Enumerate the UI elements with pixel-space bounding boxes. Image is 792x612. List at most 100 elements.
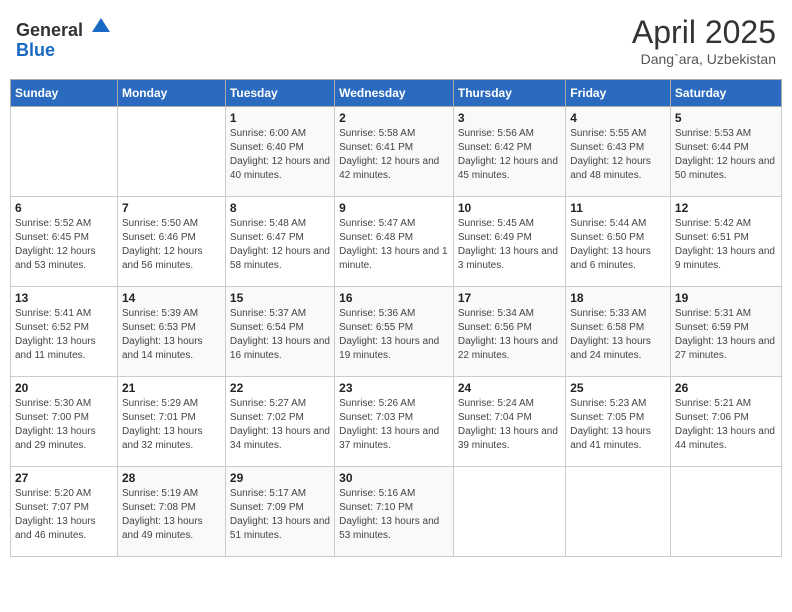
- day-detail: Sunrise: 5:31 AMSunset: 6:59 PMDaylight:…: [675, 307, 777, 363]
- calendar-cell: 24 Sunrise: 5:24 AMSunset: 7:04 PMDayligh…: [453, 377, 565, 467]
- day-number: 24: [458, 381, 561, 395]
- calendar-cell: 19 Sunrise: 5:31 AMSunset: 6:59 PMDayligh…: [670, 287, 781, 377]
- day-detail: Sunrise: 5:48 AMSunset: 6:47 PMDaylight:…: [230, 217, 330, 273]
- header-row: SundayMondayTuesdayWednesdayThursdayFrid…: [11, 80, 782, 107]
- calendar-cell: [566, 467, 671, 557]
- day-number: 30: [339, 471, 449, 485]
- calendar-cell: 4 Sunrise: 5:55 AMSunset: 6:43 PMDaylight…: [566, 107, 671, 197]
- day-detail: Sunrise: 5:39 AMSunset: 6:53 PMDaylight:…: [122, 307, 221, 363]
- calendar-cell: 21 Sunrise: 5:29 AMSunset: 7:01 PMDayligh…: [117, 377, 225, 467]
- month-title: April 2025: [632, 14, 776, 51]
- logo-general: General: [16, 20, 83, 40]
- calendar-week-row: 6Sunrise: 5:52 AMSunset: 6:45 PMDaylight…: [11, 197, 782, 287]
- calendar-cell: [11, 107, 118, 197]
- day-detail: Sunrise: 5:23 AMSunset: 7:05 PMDaylight:…: [570, 397, 666, 453]
- day-detail: Sunrise: 5:26 AMSunset: 7:03 PMDaylight:…: [339, 397, 449, 453]
- title-section: April 2025 Dang`ara, Uzbekistan: [632, 14, 776, 67]
- calendar-cell: 12 Sunrise: 5:42 AMSunset: 6:51 PMDayligh…: [670, 197, 781, 287]
- day-number: 4: [570, 111, 666, 125]
- day-detail: Sunrise: 5:27 AMSunset: 7:02 PMDaylight:…: [230, 397, 330, 453]
- day-detail: Sunrise: 5:36 AMSunset: 6:55 PMDaylight:…: [339, 307, 449, 363]
- calendar-cell: 25Sunrise: 5:23 AMSunset: 7:05 PMDayligh…: [566, 377, 671, 467]
- calendar-cell: 3Sunrise: 5:56 AMSunset: 6:42 PMDaylight…: [453, 107, 565, 197]
- day-detail: Sunrise: 5:58 AMSunset: 6:41 PMDaylight:…: [339, 127, 449, 183]
- day-number: 28: [122, 471, 221, 485]
- day-number: 18: [570, 291, 666, 305]
- day-detail: Sunrise: 5:17 AMSunset: 7:09 PMDaylight:…: [230, 487, 330, 543]
- day-number: 13: [15, 291, 113, 305]
- day-of-week-header: Thursday: [453, 80, 565, 107]
- calendar-cell: 20Sunrise: 5:30 AMSunset: 7:00 PMDayligh…: [11, 377, 118, 467]
- day-of-week-header: Friday: [566, 80, 671, 107]
- day-number: 15: [230, 291, 330, 305]
- calendar-cell: 5 Sunrise: 5:53 AMSunset: 6:44 PMDaylight…: [670, 107, 781, 197]
- day-detail: Sunrise: 5:41 AMSunset: 6:52 PMDaylight:…: [15, 307, 113, 363]
- day-detail: Sunrise: 5:33 AMSunset: 6:58 PMDaylight:…: [570, 307, 666, 363]
- header: General Blue April 2025 Dang`ara, Uzbeki…: [10, 10, 782, 71]
- day-number: 26: [675, 381, 777, 395]
- day-detail: Sunrise: 5:20 AMSunset: 7:07 PMDaylight:…: [15, 487, 113, 543]
- day-number: 29: [230, 471, 330, 485]
- day-number: 27: [15, 471, 113, 485]
- day-number: 11: [570, 201, 666, 215]
- day-number: 19: [675, 291, 777, 305]
- calendar-week-row: 27 Sunrise: 5:20 AMSunset: 7:07 PMDayligh…: [11, 467, 782, 557]
- calendar-cell: 7 Sunrise: 5:50 AMSunset: 6:46 PMDaylight…: [117, 197, 225, 287]
- day-number: 8: [230, 201, 330, 215]
- day-of-week-header: Saturday: [670, 80, 781, 107]
- day-number: 17: [458, 291, 561, 305]
- day-number: 1: [230, 111, 330, 125]
- day-number: 2: [339, 111, 449, 125]
- logo: General Blue: [16, 14, 112, 61]
- calendar-cell: 18 Sunrise: 5:33 AMSunset: 6:58 PMDayligh…: [566, 287, 671, 377]
- calendar-cell: 27 Sunrise: 5:20 AMSunset: 7:07 PMDayligh…: [11, 467, 118, 557]
- day-number: 6: [15, 201, 113, 215]
- calendar-week-row: 1 Sunrise: 6:00 AMSunset: 6:40 PMDaylight…: [11, 107, 782, 197]
- calendar-cell: 9Sunrise: 5:47 AMSunset: 6:48 PMDaylight…: [335, 197, 454, 287]
- logo-icon: [90, 14, 112, 36]
- day-detail: Sunrise: 5:42 AMSunset: 6:51 PMDaylight:…: [675, 217, 777, 273]
- day-detail: Sunrise: 5:37 AMSunset: 6:54 PMDaylight:…: [230, 307, 330, 363]
- day-detail: Sunrise: 5:34 AMSunset: 6:56 PMDaylight:…: [458, 307, 561, 363]
- calendar-cell: 17 Sunrise: 5:34 AMSunset: 6:56 PMDayligh…: [453, 287, 565, 377]
- day-detail: Sunrise: 5:19 AMSunset: 7:08 PMDaylight:…: [122, 487, 221, 543]
- day-detail: Sunrise: 5:53 AMSunset: 6:44 PMDaylight:…: [675, 127, 777, 183]
- calendar-cell: 13 Sunrise: 5:41 AMSunset: 6:52 PMDayligh…: [11, 287, 118, 377]
- day-detail: Sunrise: 5:21 AMSunset: 7:06 PMDaylight:…: [675, 397, 777, 453]
- calendar-cell: [453, 467, 565, 557]
- calendar-cell: 6Sunrise: 5:52 AMSunset: 6:45 PMDaylight…: [11, 197, 118, 287]
- day-detail: Sunrise: 5:16 AMSunset: 7:10 PMDaylight:…: [339, 487, 449, 543]
- calendar-cell: 22 Sunrise: 5:27 AMSunset: 7:02 PMDayligh…: [225, 377, 334, 467]
- calendar-week-row: 13 Sunrise: 5:41 AMSunset: 6:52 PMDayligh…: [11, 287, 782, 377]
- calendar-cell: 10Sunrise: 5:45 AMSunset: 6:49 PMDayligh…: [453, 197, 565, 287]
- day-number: 5: [675, 111, 777, 125]
- calendar-table: SundayMondayTuesdayWednesdayThursdayFrid…: [10, 79, 782, 557]
- day-of-week-header: Tuesday: [225, 80, 334, 107]
- day-number: 23: [339, 381, 449, 395]
- day-number: 22: [230, 381, 330, 395]
- day-number: 7: [122, 201, 221, 215]
- day-number: 12: [675, 201, 777, 215]
- day-detail: Sunrise: 5:50 AMSunset: 6:46 PMDaylight:…: [122, 217, 221, 273]
- day-number: 16: [339, 291, 449, 305]
- day-detail: Sunrise: 5:29 AMSunset: 7:01 PMDaylight:…: [122, 397, 221, 453]
- calendar-cell: 15 Sunrise: 5:37 AMSunset: 6:54 PMDayligh…: [225, 287, 334, 377]
- day-detail: Sunrise: 5:24 AMSunset: 7:04 PMDaylight:…: [458, 397, 561, 453]
- day-detail: Sunrise: 5:47 AMSunset: 6:48 PMDaylight:…: [339, 217, 449, 273]
- calendar-cell: [670, 467, 781, 557]
- calendar-cell: 11 Sunrise: 5:44 AMSunset: 6:50 PMDayligh…: [566, 197, 671, 287]
- calendar-cell: 14 Sunrise: 5:39 AMSunset: 6:53 PMDayligh…: [117, 287, 225, 377]
- day-detail: Sunrise: 5:30 AMSunset: 7:00 PMDaylight:…: [15, 397, 113, 453]
- calendar-cell: 23 Sunrise: 5:26 AMSunset: 7:03 PMDayligh…: [335, 377, 454, 467]
- calendar-cell: 2 Sunrise: 5:58 AMSunset: 6:41 PMDaylight…: [335, 107, 454, 197]
- logo-text: General Blue: [16, 14, 112, 61]
- calendar-cell: 28 Sunrise: 5:19 AMSunset: 7:08 PMDayligh…: [117, 467, 225, 557]
- day-number: 21: [122, 381, 221, 395]
- day-detail: Sunrise: 5:44 AMSunset: 6:50 PMDaylight:…: [570, 217, 666, 273]
- location: Dang`ara, Uzbekistan: [632, 51, 776, 67]
- day-detail: Sunrise: 5:55 AMSunset: 6:43 PMDaylight:…: [570, 127, 666, 183]
- day-of-week-header: Wednesday: [335, 80, 454, 107]
- day-detail: Sunrise: 6:00 AMSunset: 6:40 PMDaylight:…: [230, 127, 330, 183]
- calendar-week-row: 20Sunrise: 5:30 AMSunset: 7:00 PMDayligh…: [11, 377, 782, 467]
- day-number: 14: [122, 291, 221, 305]
